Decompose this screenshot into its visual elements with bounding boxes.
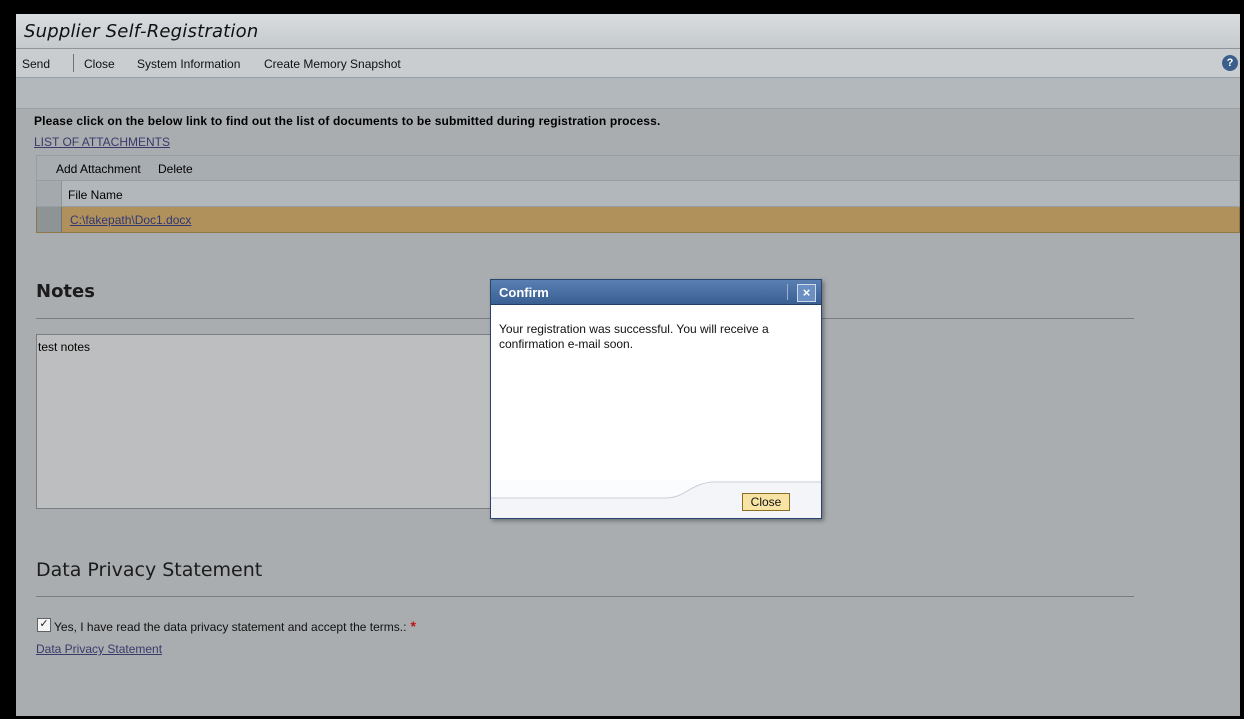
dialog-message: Your registration was successful. You wi… [499, 322, 769, 351]
toolbar-separator [73, 54, 74, 72]
required-marker: * [410, 618, 416, 634]
data-privacy-statement-link[interactable]: Data Privacy Statement [36, 642, 162, 656]
dialog-header-divider [787, 284, 788, 300]
close-icon[interactable]: × [797, 284, 816, 302]
dialog-header: Confirm × [491, 280, 821, 305]
accept-terms-checkbox[interactable]: ✓ [37, 618, 51, 632]
app-window: Supplier Self-Registration Send Close Sy… [16, 14, 1240, 716]
app-title: Supplier Self-Registration [24, 21, 259, 42]
notes-heading: Notes [36, 281, 95, 302]
delete-button[interactable]: Delete [158, 162, 193, 176]
dialog-title: Confirm [499, 285, 549, 300]
privacy-heading: Data Privacy Statement [36, 559, 263, 581]
send-button[interactable]: Send [22, 57, 50, 71]
row-selector[interactable] [37, 207, 62, 232]
table-header: File Name [36, 181, 1240, 207]
system-information-button[interactable]: System Information [137, 57, 240, 71]
file-name-link[interactable]: C:\fakepath\Doc1.docx [70, 213, 191, 227]
notes-textarea[interactable]: test notes [36, 334, 550, 509]
dialog-footer: Close [491, 480, 821, 518]
add-attachment-button[interactable]: Add Attachment [56, 162, 141, 176]
instruction-text: Please click on the below link to find o… [34, 114, 661, 128]
create-memory-snapshot-button[interactable]: Create Memory Snapshot [264, 57, 401, 71]
close-button[interactable]: Close [84, 57, 115, 71]
accept-terms-text: Yes, I have read the data privacy statem… [54, 620, 407, 634]
list-of-attachments-link[interactable]: LIST OF ATTACHMENTS [34, 135, 170, 149]
select-all-cell[interactable] [37, 181, 62, 206]
dialog-close-button[interactable]: Close [742, 493, 790, 511]
privacy-divider [36, 596, 1134, 597]
message-bar [16, 78, 1240, 109]
confirm-dialog: Confirm × Your registration was successf… [490, 279, 822, 519]
attachments-table: Add Attachment Delete File Name C:\fakep… [36, 155, 1240, 237]
help-icon[interactable]: ? [1222, 55, 1238, 71]
column-header-file-name[interactable]: File Name [68, 188, 123, 202]
accept-terms-label: Yes, I have read the data privacy statem… [54, 618, 416, 634]
attachments-toolbar: Add Attachment Delete [36, 155, 1240, 181]
title-bar: Supplier Self-Registration [16, 14, 1240, 49]
table-row[interactable]: C:\fakepath\Doc1.docx [36, 207, 1240, 233]
toolbar: Send Close System Information Create Mem… [16, 49, 1240, 78]
